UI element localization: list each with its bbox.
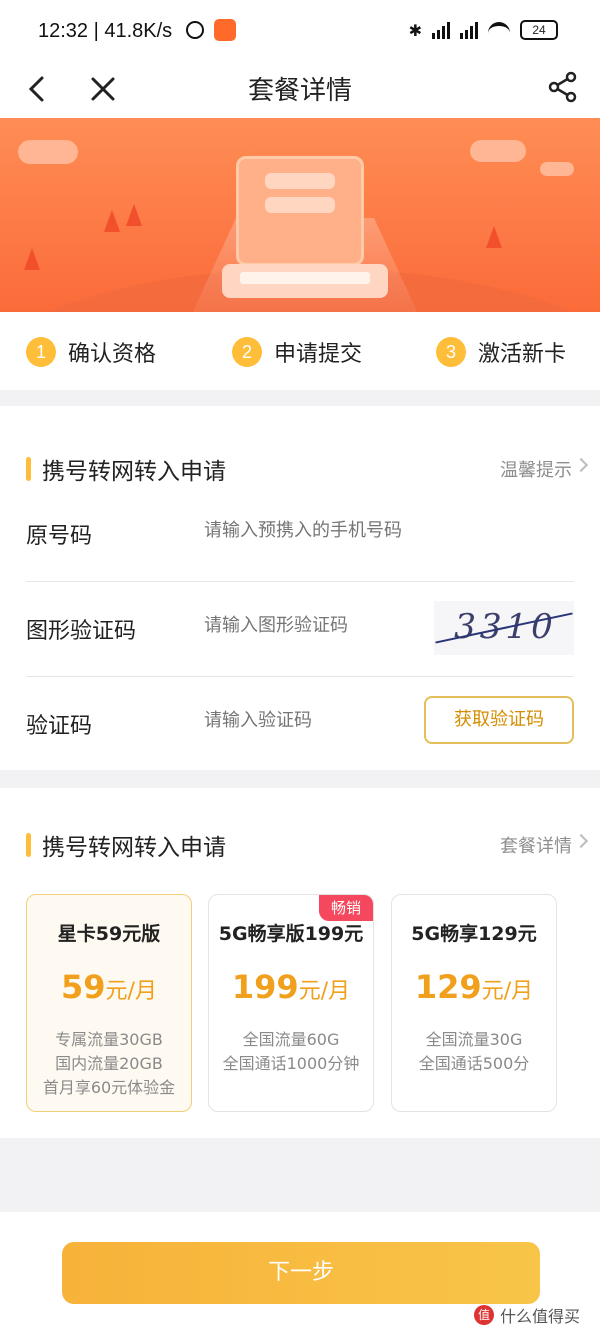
sim-card-illustration	[236, 156, 364, 266]
section-title: 携号转网转入申请	[42, 459, 226, 485]
step-1: 1 确认资格	[26, 336, 156, 368]
plan-price: 59元/月	[61, 968, 157, 1006]
field-label: 图形验证码	[26, 619, 137, 644]
form-row-original-number: 原号码	[26, 488, 574, 582]
page-title: 套餐详情	[247, 76, 352, 106]
plan-name: 5G畅享版199元	[218, 923, 364, 945]
step-label: 申请提交	[274, 342, 363, 367]
battery-icon: 24	[520, 20, 558, 40]
status-time: 12:32 | 41.8K/s	[38, 20, 173, 42]
plan-description: 全国流量60G 全国通话1000分钟	[222, 1030, 360, 1073]
step-number: 1	[26, 337, 56, 367]
plan-card-129[interactable]: 5G畅享129元 129元/月 全国流量30G 全国通话500分	[391, 894, 557, 1112]
form-row-sms-code: 验证码 获取验证码	[26, 678, 574, 772]
watermark-logo: 值	[473, 1305, 494, 1325]
field-label: 原号码	[26, 524, 93, 549]
card-tray-illustration	[222, 264, 388, 298]
chevron-right-icon	[573, 457, 589, 473]
watermark: 值 什么值得买	[473, 1303, 580, 1327]
step-label: 确认资格	[68, 342, 157, 367]
porting-form-section: 携号转网转入申请 温馨提示 原号码 图形验证码 3310 验证码 获取验证码	[0, 406, 600, 770]
taobao-app-icon	[214, 19, 236, 41]
signal-icon	[432, 21, 450, 39]
hero-banner	[0, 118, 600, 312]
section-accent-bar	[26, 457, 31, 481]
plan-price: 199元/月	[231, 968, 351, 1006]
nav-bar: 套餐详情	[0, 62, 600, 118]
sms-code-input[interactable]	[204, 710, 434, 731]
step-number: 3	[436, 337, 466, 367]
section-accent-bar	[26, 833, 31, 857]
plan-price: 129元/月	[414, 968, 534, 1006]
form-row-image-captcha: 图形验证码 3310	[26, 583, 574, 677]
plan-list: 星卡59元版 59元/月 专属流量30GB 国内流量20GB 首月享60元体验金…	[26, 894, 574, 1114]
plan-section: 携号转网转入申请 套餐详情 星卡59元版 59元/月 专属流量30GB 国内流量…	[0, 788, 600, 1138]
step-label: 激活新卡	[478, 342, 567, 367]
bottom-bar: 下一步 值 什么值得买	[0, 1212, 600, 1333]
next-step-button[interactable]: 下一步	[62, 1242, 540, 1304]
plan-card-199[interactable]: 畅销 5G畅享版199元 199元/月 全国流量60G 全国通话1000分钟	[208, 894, 374, 1112]
signal-icon-2	[460, 21, 478, 39]
captcha-input[interactable]	[204, 615, 434, 636]
plan-name: 5G畅享129元	[411, 923, 537, 945]
step-2: 2 申请提交	[232, 336, 362, 368]
plan-description: 全国流量30G 全国通话500分	[418, 1030, 530, 1073]
bluetooth-icon: ✱	[408, 20, 422, 40]
captcha-image[interactable]: 3310	[434, 601, 574, 655]
step-3: 3 激活新卡	[436, 336, 566, 368]
plan-description: 专属流量30GB 国内流量20GB 首月享60元体验金	[42, 1030, 176, 1097]
phone-number-input[interactable]	[204, 520, 434, 541]
plan-card-59[interactable]: 星卡59元版 59元/月 专属流量30GB 国内流量20GB 首月享60元体验金	[26, 894, 192, 1112]
progress-steps: 1 确认资格 2 申请提交 3 激活新卡	[0, 312, 600, 390]
hot-sale-badge: 畅销	[319, 895, 373, 921]
wifi-icon	[488, 22, 510, 38]
plan-name: 星卡59元版	[57, 923, 161, 945]
watermark-text: 什么值得买	[499, 1307, 580, 1326]
plan-details-link[interactable]: 套餐详情	[500, 832, 572, 858]
share-icon[interactable]	[546, 70, 580, 104]
alarm-icon	[186, 21, 204, 39]
section-header: 携号转网转入申请 套餐详情	[0, 822, 600, 872]
section-title: 携号转网转入申请	[42, 835, 226, 861]
status-bar: 12:32 | 41.8K/s ✱ 24	[0, 0, 600, 62]
step-number: 2	[232, 337, 262, 367]
field-label: 验证码	[26, 714, 93, 739]
tips-link[interactable]: 温馨提示	[500, 456, 572, 482]
get-code-button[interactable]: 获取验证码	[424, 696, 574, 744]
chevron-right-icon	[573, 833, 589, 849]
